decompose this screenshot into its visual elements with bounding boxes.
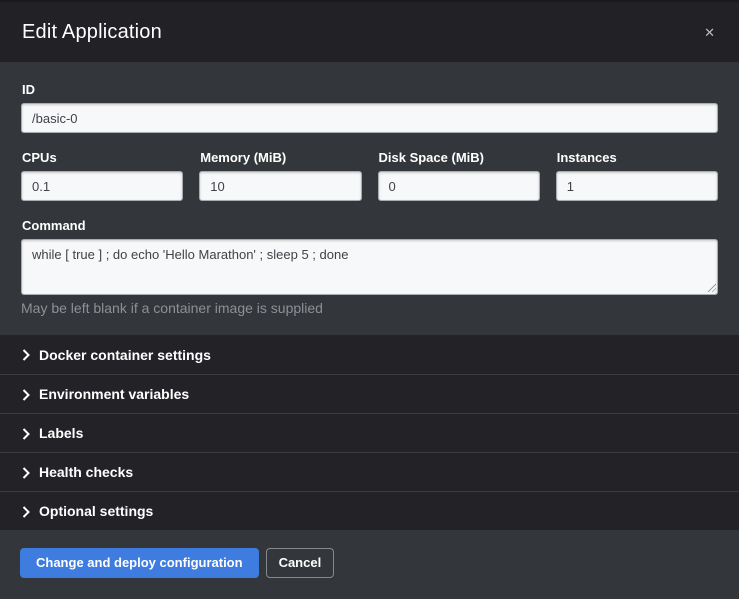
instances-field-group: Instances — [556, 150, 718, 201]
section-docker-container-settings[interactable]: Docker container settings — [0, 335, 739, 374]
modal-header: Edit Application ✕ — [0, 0, 739, 62]
disk-input[interactable] — [378, 171, 540, 201]
accordion-sections: Docker container settings Environment va… — [0, 335, 739, 530]
chevron-right-icon — [22, 349, 30, 361]
command-label: Command — [22, 218, 718, 233]
instances-label: Instances — [557, 150, 718, 165]
cpus-label: CPUs — [22, 150, 183, 165]
memory-input[interactable] — [199, 171, 361, 201]
section-label: Environment variables — [39, 386, 189, 402]
instances-input[interactable] — [556, 171, 718, 201]
section-label: Docker container settings — [39, 347, 211, 363]
command-help-text: May be left blank if a container image i… — [21, 300, 718, 316]
memory-field-group: Memory (MiB) — [199, 150, 361, 201]
section-labels[interactable]: Labels — [0, 413, 739, 452]
close-icon[interactable]: ✕ — [702, 22, 717, 43]
cancel-button[interactable]: Cancel — [266, 548, 335, 578]
command-field-group: Command while [ true ] ; do echo 'Hello … — [21, 218, 718, 316]
resources-row: CPUs Memory (MiB) Disk Space (MiB) Insta… — [21, 150, 718, 201]
id-label: ID — [22, 82, 718, 97]
modal-footer: Change and deploy configuration Cancel — [0, 530, 739, 599]
chevron-right-icon — [22, 467, 30, 479]
change-and-deploy-button[interactable]: Change and deploy configuration — [20, 548, 259, 578]
edit-application-modal: Edit Application ✕ ID CPUs Memory (MiB) … — [0, 0, 739, 599]
chevron-right-icon — [22, 428, 30, 440]
section-health-checks[interactable]: Health checks — [0, 452, 739, 491]
section-optional-settings[interactable]: Optional settings — [0, 491, 739, 530]
command-textarea[interactable]: while [ true ] ; do echo 'Hello Marathon… — [21, 239, 718, 295]
id-field-group: ID — [21, 82, 718, 133]
cpus-input[interactable] — [21, 171, 183, 201]
command-textarea-wrap: while [ true ] ; do echo 'Hello Marathon… — [21, 239, 718, 295]
disk-field-group: Disk Space (MiB) — [378, 150, 540, 201]
section-label: Optional settings — [39, 503, 153, 519]
id-input[interactable] — [21, 103, 718, 133]
modal-title: Edit Application — [22, 21, 162, 44]
section-environment-variables[interactable]: Environment variables — [0, 374, 739, 413]
memory-label: Memory (MiB) — [200, 150, 361, 165]
chevron-right-icon — [22, 506, 30, 518]
section-label: Labels — [39, 425, 83, 441]
chevron-right-icon — [22, 389, 30, 401]
cpus-field-group: CPUs — [21, 150, 183, 201]
disk-label: Disk Space (MiB) — [379, 150, 540, 165]
section-label: Health checks — [39, 464, 133, 480]
modal-body: ID CPUs Memory (MiB) Disk Space (MiB) In… — [0, 62, 739, 335]
